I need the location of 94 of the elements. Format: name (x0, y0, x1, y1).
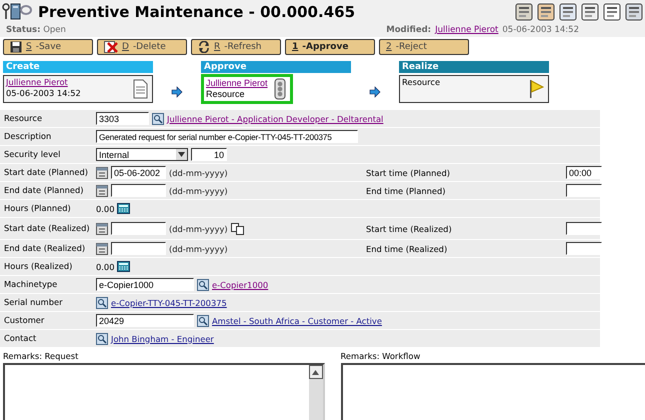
field-label: Hours (Realized) (3, 262, 74, 271)
flag-icon (528, 79, 544, 99)
action-button[interactable]: 2 -Reject (379, 39, 469, 55)
time-field[interactable] (566, 184, 602, 197)
field-label: End time (Realized) (365, 244, 448, 254)
user-link[interactable]: Jullienne Pierot (435, 25, 498, 35)
toolbar-icon[interactable] (537, 3, 555, 21)
status-text: Status: Open (6, 25, 66, 35)
lookup-icon[interactable] (152, 112, 164, 124)
lookup-icon[interactable] (197, 314, 209, 326)
toolbar-icon[interactable] (559, 3, 577, 21)
time-field[interactable] (566, 222, 602, 235)
record-link[interactable]: Amstel - South Africa - Customer - Active (212, 316, 382, 326)
calculator-icon[interactable] (117, 261, 130, 272)
field-label: Start time (Realized) (365, 224, 453, 234)
step-card[interactable]: Jullienne Pierot Resource (201, 74, 293, 104)
calendar-icon[interactable] (96, 242, 108, 254)
traffic-light-icon (274, 78, 286, 100)
step-text: 05-06-2003 14:52 (6, 88, 81, 99)
toolbar-icon[interactable] (515, 3, 533, 21)
time-field[interactable] (566, 242, 602, 255)
document-icon (132, 79, 148, 99)
field-label: End date (Planned) (3, 186, 85, 195)
input-field[interactable]: 20429 (96, 314, 194, 327)
field-label: End time (Planned) (365, 186, 447, 196)
field-label: Start time (Planned) (365, 168, 452, 178)
arrow-icon (369, 86, 381, 98)
date-field[interactable] (111, 242, 166, 255)
field-label: Description (3, 132, 52, 141)
step-header: Approve (201, 61, 351, 73)
record-link[interactable]: e-Copier-TTY-045-TT-200375 (111, 298, 227, 308)
time-field[interactable]: 00:00 (566, 166, 602, 179)
field-label: Resource (3, 114, 44, 123)
calendar-icon[interactable] (96, 166, 108, 178)
arrow-icon (171, 86, 183, 98)
field-label: Start date (Planned) (3, 168, 90, 177)
lookup-icon[interactable] (197, 278, 209, 290)
step-text: Resource (206, 89, 246, 100)
record-link[interactable]: John Bingham - Engineer (111, 334, 214, 344)
dropdown-arrow-icon (178, 152, 185, 157)
step-card[interactable]: Resource (399, 75, 549, 103)
step-header: Create (3, 61, 153, 73)
input-field[interactable]: 10 (191, 148, 227, 161)
delete-icon (104, 41, 118, 53)
format-hint: (dd-mm-yyyy) (169, 168, 228, 178)
field-label: Customer (3, 316, 46, 325)
calculator-icon[interactable] (117, 203, 130, 214)
toolbar-icon[interactable] (581, 3, 599, 21)
refresh-icon (198, 41, 210, 53)
date-field[interactable] (111, 184, 166, 197)
field-label: End date (Realized) (3, 244, 86, 253)
user-link[interactable]: Jullienne Pierot (206, 78, 268, 89)
lookup-icon[interactable] (96, 296, 108, 308)
copy-icon[interactable] (230, 222, 245, 234)
field-label: Hours (Planned) (3, 204, 72, 213)
page-title: Preventive Maintenance - 00.000.465 (38, 3, 355, 21)
action-button[interactable]: R -Refresh (191, 39, 281, 55)
action-button[interactable]: 1 -Approve (285, 39, 375, 55)
action-button[interactable]: D -Delete (97, 39, 187, 55)
step-text: Resource (402, 77, 440, 88)
modified-date: 05-06-2003 14:52 (502, 25, 579, 35)
modified-label: Modified: (386, 25, 432, 35)
input-field[interactable]: e-Copier1000 (96, 278, 194, 291)
calendar-icon[interactable] (96, 222, 108, 234)
step-header: Realize (399, 61, 549, 73)
step-card[interactable]: Jullienne Pierot 05-06-2003 14:52 (3, 75, 153, 103)
field-label: Security level (3, 150, 62, 159)
toolbar-icon[interactable] (625, 3, 643, 21)
field-label: Serial number (3, 298, 64, 307)
format-hint: (dd-mm-yyyy) (169, 224, 228, 234)
hours-value: 0.00 (96, 262, 114, 272)
format-hint: (dd-mm-yyyy) (169, 186, 228, 196)
field-label: Contact (3, 334, 38, 343)
remarks-label: Remarks: Workflow (340, 351, 422, 361)
field-label: Machinetype (3, 280, 58, 289)
date-field[interactable] (111, 222, 166, 235)
input-field[interactable]: 3303 (96, 112, 149, 125)
save-icon (10, 41, 22, 53)
scroll-up-icon[interactable] (312, 370, 319, 374)
action-button[interactable]: S -Save (3, 39, 93, 55)
toolbar-icon[interactable] (603, 3, 621, 21)
date-field[interactable]: 05-06-2002 (111, 166, 166, 179)
calendar-icon[interactable] (96, 184, 108, 196)
dropdown[interactable]: Internal (96, 148, 188, 161)
format-hint: (dd-mm-yyyy) (169, 244, 228, 254)
user-link[interactable]: Jullienne Pierot (6, 77, 81, 88)
record-link[interactable]: Jullienne Pierot - Application Developer - Deltarental (167, 114, 384, 124)
lookup-icon[interactable] (96, 332, 108, 344)
key-computer-icon (2, 2, 32, 22)
remarks-label: Remarks: Request (3, 351, 80, 361)
input-field[interactable]: Generated request for serial number e-Copier-TTY-045-TT-200375 (96, 130, 358, 143)
field-label: Start date (Realized) (3, 224, 91, 233)
record-link[interactable]: e-Copier1000 (212, 280, 268, 290)
hours-value: 0.00 (96, 204, 114, 214)
